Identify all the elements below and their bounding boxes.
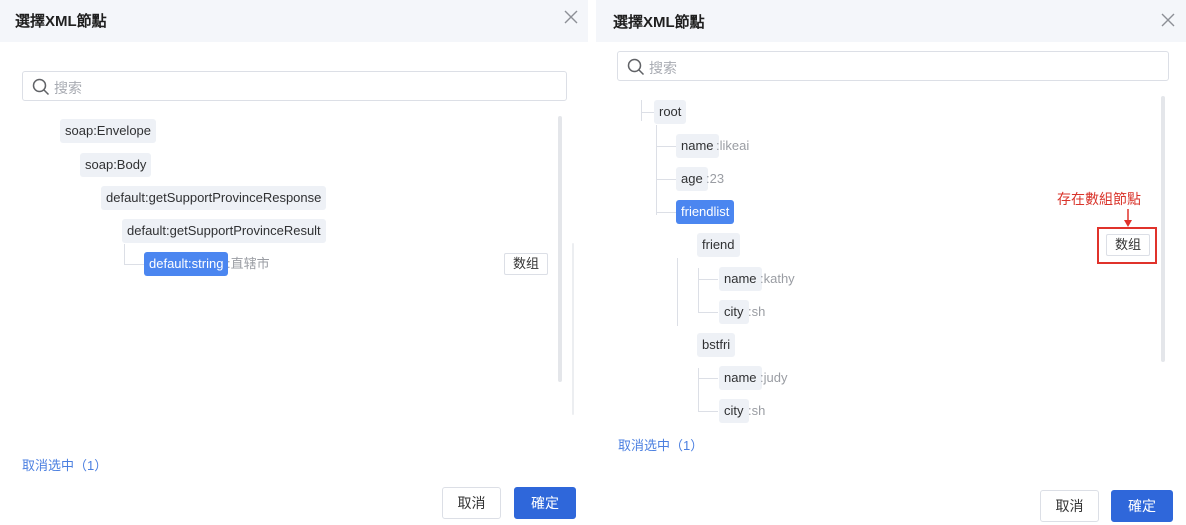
node-value: :直辖市 [227, 256, 270, 271]
tree-node-response[interactable]: default:getSupportProvinceResponse [101, 186, 327, 210]
dialog-right: 選擇XML節點 搜索 root name :likeai age :23 fri… [596, 0, 1186, 525]
ok-button[interactable]: 確定 [514, 487, 576, 519]
tree-connector [656, 179, 676, 180]
arrow-down-icon [1124, 209, 1132, 227]
close-icon[interactable] [1160, 12, 1176, 28]
dialog-header: 選擇XML節點 [0, 0, 588, 42]
annotation-text: 存在數組節點 [1057, 191, 1141, 207]
search-placeholder: 搜索 [649, 60, 677, 76]
tree-node-city[interactable]: city [719, 300, 749, 324]
tree-node-city[interactable]: city [719, 399, 749, 423]
tree-connector [656, 212, 676, 213]
search-icon [32, 78, 50, 96]
node-value: :sh [748, 403, 766, 418]
node-value: :sh [748, 304, 766, 319]
tree-connector [124, 244, 125, 265]
tree-connector [698, 411, 718, 412]
node-value: :23 [706, 171, 725, 186]
array-button[interactable]: 数组 [1106, 234, 1151, 256]
tree-connector [656, 146, 676, 147]
dialog-header: 選擇XML節點 [596, 0, 1186, 42]
cancel-button[interactable]: 取消 [442, 487, 501, 519]
array-button[interactable]: 数组 [504, 253, 549, 275]
clear-selection-link[interactable]: 取消选中（1） [22, 455, 107, 474]
tree-connector [124, 264, 144, 265]
tree-connector [641, 100, 642, 121]
clear-selection-link[interactable]: 取消选中（1） [618, 435, 703, 454]
dialog-left: 選擇XML節點 搜索 soap:Envelope soap:Body defau… [0, 0, 588, 525]
tree-connector [698, 368, 699, 411]
tree-connector [698, 378, 718, 379]
tree-connector [656, 125, 657, 215]
search-input[interactable]: 搜索 [617, 51, 1169, 81]
tree-connector [698, 279, 718, 280]
tree-node-default-string[interactable]: default:string [144, 252, 229, 276]
node-value: :likeai [716, 138, 750, 153]
tree-connector [698, 312, 718, 313]
tree-node-bstfri[interactable]: bstfri [697, 333, 736, 357]
tree-node-result[interactable]: default:getSupportProvinceResult [122, 219, 326, 243]
search-icon [627, 58, 645, 76]
tree-node-root[interactable]: root [654, 100, 687, 124]
tree-connector [641, 112, 654, 113]
tree-connector [677, 258, 678, 326]
scrollbar-vertical[interactable] [1161, 96, 1165, 362]
ok-button[interactable]: 確定 [1111, 490, 1173, 522]
search-input[interactable]: 搜索 [22, 71, 567, 101]
dialog-title: 選擇XML節點 [15, 13, 107, 30]
tree-node-soap-body[interactable]: soap:Body [80, 153, 152, 177]
node-value: :judy [760, 370, 788, 385]
tree-node-friendlist[interactable]: friendlist [676, 200, 735, 224]
search-placeholder: 搜索 [54, 80, 82, 96]
tree-node-soap-envelope[interactable]: soap:Envelope [60, 119, 157, 143]
tree-connector [698, 268, 699, 313]
scrollbar-outer[interactable] [572, 243, 574, 415]
tree-node-name[interactable]: name [676, 134, 719, 158]
cancel-button[interactable]: 取消 [1040, 490, 1099, 522]
close-icon[interactable] [563, 9, 579, 25]
tree-node-name[interactable]: name [719, 366, 762, 390]
tree-node-name[interactable]: name [719, 267, 762, 291]
tree-node-friend[interactable]: friend [697, 233, 740, 257]
tree-node-age[interactable]: age [676, 167, 708, 191]
dialog-title: 選擇XML節點 [613, 14, 705, 31]
scrollbar-vertical[interactable] [558, 116, 562, 382]
node-value: :kathy [760, 271, 795, 286]
